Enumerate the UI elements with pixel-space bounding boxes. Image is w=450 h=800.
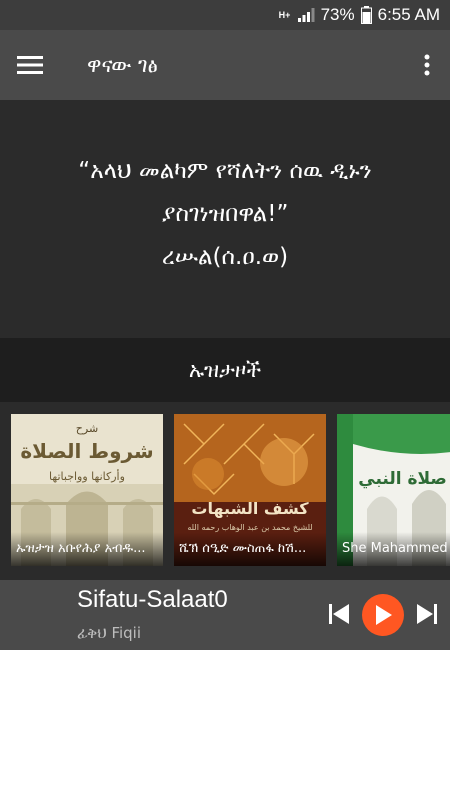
hamburger-menu-icon[interactable] (0, 30, 60, 100)
album-label: ሼኽ ሰዒድ ሙስጠፋ ከሽ... (174, 532, 326, 566)
svg-text:صفة صلاة النبي: صفة صلاة النبي (358, 469, 450, 489)
album-card[interactable]: شرح شروط الصلاة وأركانها وواجباتها ኡዝታዝ … (11, 414, 163, 566)
svg-text:شرح: شرح (76, 422, 98, 435)
section-title: ኡዝታዞች (188, 357, 262, 382)
album-label: She Mahammed (337, 532, 450, 566)
quote-line-1: “አላህ መልካም የሻለትን ሰዉ ዲኑን (78, 157, 372, 184)
svg-text:شروط الصلاة: شروط الصلاة (20, 439, 153, 463)
track-subtitle: ፊቅህ Fiqii (77, 624, 142, 642)
svg-text:للشيخ محمد بن عبد الوهاب رحمه: للشيخ محمد بن عبد الوهاب رحمه الله (187, 523, 312, 532)
skip-next-icon[interactable] (414, 600, 440, 628)
network-type-label: H+ (278, 9, 291, 20)
page-title: ዋናው ገፅ (87, 52, 158, 77)
album-carousel[interactable]: شرح شروط الصلاة وأركانها وواجباتها ኡዝታዝ … (0, 402, 450, 580)
content-area (0, 650, 450, 800)
status-bar: H+ 73% 6:55 AM (0, 0, 450, 30)
album-label: ኡዝታዝ አቡየሕያ አብዱ... (11, 532, 163, 566)
quote-panel: “አላህ መልካም የሻለትን ሰዉ ዲኑን ያስገነዝበዋል!” ረሡል(ሰ.… (0, 100, 450, 338)
svg-text:وأركانها وواجباتها: وأركانها وواجباتها (49, 469, 125, 483)
clock: 6:55 AM (377, 5, 440, 24)
album-card[interactable]: كشف الشبهات للشيخ محمد بن عبد الوهاب رحم… (174, 414, 326, 566)
section-header: ኡዝታዞች (0, 338, 450, 402)
battery-icon (360, 6, 372, 24)
track-title: Sifatu-Salaat0 (77, 586, 228, 613)
quote-line-2: ያስገነዝበዋል!” (161, 200, 289, 227)
svg-text:كشف الشبهات: كشف الشبهات (191, 499, 309, 518)
app-bar: ዋናው ገፅ (0, 30, 450, 100)
album-card[interactable]: صفة صلاة النبي She Mahammed (337, 414, 450, 566)
skip-previous-icon[interactable] (326, 600, 352, 628)
play-icon[interactable] (362, 594, 404, 636)
more-vert-icon[interactable] (404, 30, 450, 100)
mini-player[interactable]: Sifatu-Salaat0 ፊቅህ Fiqii (0, 580, 450, 650)
network-type-indicator: H+ (278, 9, 291, 20)
quote-attribution: ረሡል(ሰ.ዐ.ወ) (161, 243, 289, 270)
signal-icon (297, 7, 315, 23)
battery-percent: 73% (320, 5, 355, 24)
